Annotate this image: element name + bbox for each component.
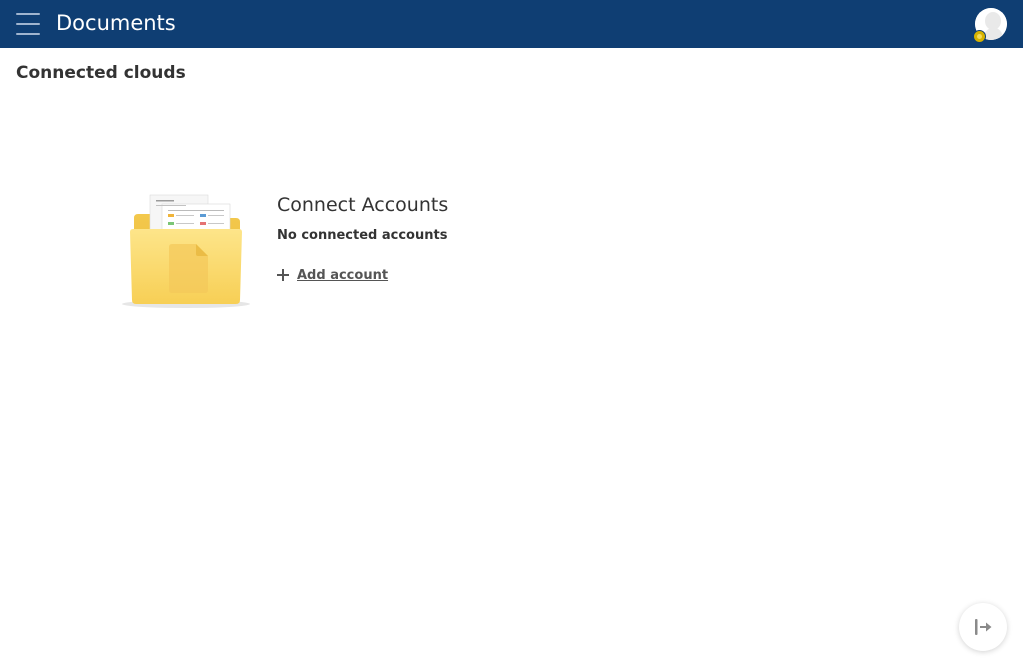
hamburger-icon	[16, 13, 40, 15]
floating-action-button[interactable]	[959, 603, 1007, 651]
empty-state-title: Connect Accounts	[277, 194, 449, 216]
avatar-status-badge	[973, 30, 986, 43]
app-title: Documents	[56, 11, 176, 35]
arrow-to-right-icon	[975, 619, 992, 635]
empty-state-description: No connected accounts	[277, 228, 448, 243]
app-header: Documents	[0, 0, 1023, 48]
folder-icon	[120, 192, 252, 310]
add-account-link[interactable]: Add account	[276, 265, 388, 285]
page-title: Connected clouds	[16, 63, 186, 83]
menu-button[interactable]	[12, 11, 44, 37]
add-account-label[interactable]: Add account	[297, 268, 388, 283]
plus-icon	[276, 268, 290, 282]
